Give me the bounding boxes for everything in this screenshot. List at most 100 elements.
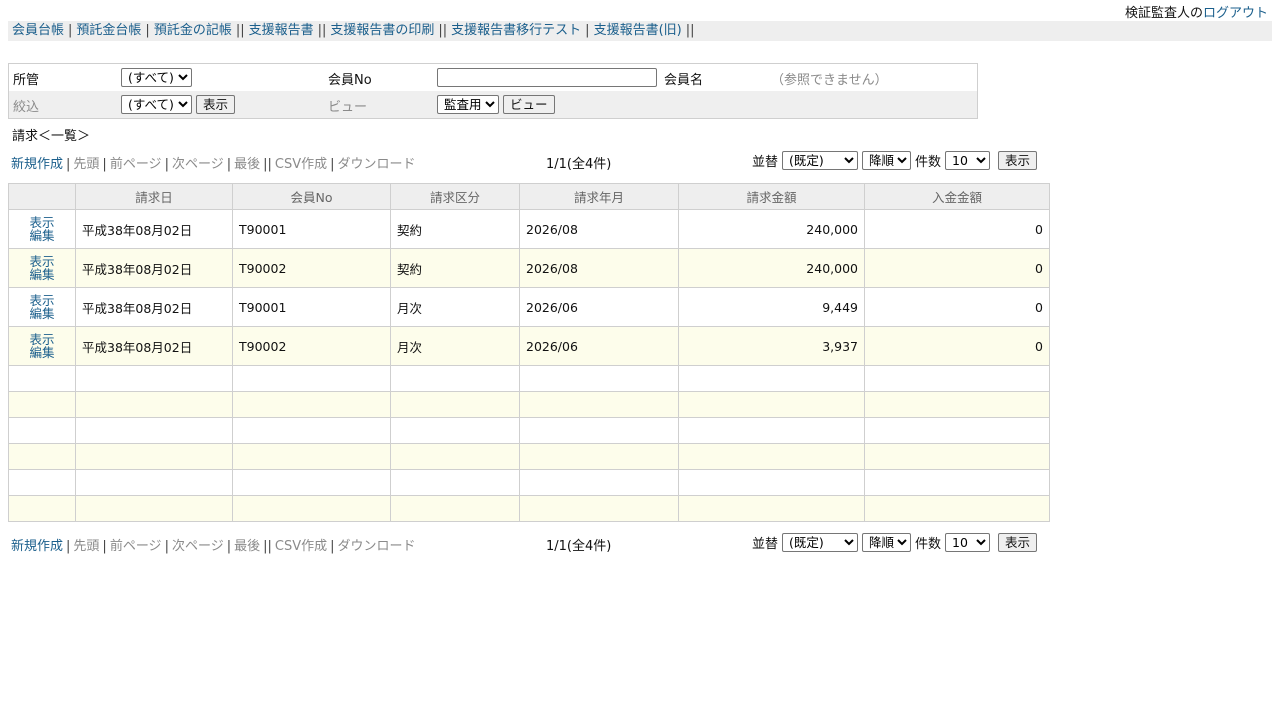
menu-item-4[interactable]: 支援報告書の印刷 [330,23,434,38]
cell-amount: 3,937 [678,326,865,366]
menu-item-5[interactable]: 支援報告書移行テスト [451,23,581,38]
last-link: 最後 [234,157,261,172]
col-header-member-no[interactable]: 会員No [232,183,391,210]
empty-cell [8,469,76,496]
empty-cell [232,469,391,496]
cell-paid: 0 [864,326,1050,366]
cell-category: 月次 [390,326,520,366]
empty-row [8,391,1050,418]
empty-cell [678,443,865,470]
prev-link: 前ページ [109,157,162,172]
table-header: 請求日 会員No 請求区分 請求年月 請求金額 入金金額 [8,183,1050,210]
empty-cell [678,391,865,418]
empty-cell [519,495,679,522]
menu-item-3[interactable]: 支援報告書 [249,23,314,38]
search-form: 所管 (すべて) 会員No 会員名 （参照できません） 絞込 (すべて) 表示 … [8,63,978,119]
record-count: 1/1(全4件) [546,539,612,554]
empty-cell [75,365,233,392]
cell-category: 契約 [390,209,520,249]
menu-separator: || [438,23,448,38]
user-bar: 検証監査人のログアウト [1125,2,1268,21]
empty-cell [232,443,391,470]
menu-separator: || [685,23,695,38]
empty-row [8,495,1050,522]
first-link: 先頭 [73,157,100,172]
logout-link[interactable]: ログアウト [1203,6,1268,21]
download-link: ダウンロード [337,157,416,172]
empty-cell [390,391,520,418]
view-label: ビュー [328,100,368,115]
new-link[interactable]: 新規作成 [11,539,63,554]
cell-date: 平成38年08月02日 [75,248,233,288]
pager-show-button[interactable]: 表示 [998,533,1038,552]
sort-select[interactable]: (既定) [782,151,859,170]
new-link[interactable]: 新規作成 [11,157,63,172]
col-header-month[interactable]: 請求年月 [519,183,679,210]
menu-item-2[interactable]: 預託金の記帳 [154,23,232,38]
menu-separator: || [235,23,245,38]
filter-label: 絞込 [13,100,40,115]
cell-amount: 240,000 [678,209,865,249]
download-link: ダウンロード [337,539,416,554]
col-header-paid[interactable]: 入金金額 [864,183,1050,210]
empty-cell [864,495,1050,522]
sort-select[interactable]: (既定) [782,533,859,552]
row-edit-link[interactable]: 編集 [9,229,75,242]
billing-table: 請求日 会員No 請求区分 請求年月 請求金額 入金金額 表示 編集 平成38年08… [8,183,1050,522]
prev-link: 前ページ [109,539,162,554]
empty-cell [864,469,1050,496]
empty-cell [232,391,391,418]
per-page-select[interactable]: 10 [945,151,991,170]
row-edit-link[interactable]: 編集 [9,268,75,281]
next-link: 次ページ [171,539,224,554]
menu-item-0[interactable]: 会員台帳 [12,23,64,38]
cell-paid: 0 [864,248,1050,288]
empty-cell [8,391,76,418]
last-link: 最後 [234,539,261,554]
row-actions: 表示 編集 [8,287,76,327]
member-no-input[interactable] [437,68,657,87]
search-show-button[interactable]: 表示 [196,95,236,114]
empty-cell [678,495,865,522]
view-select[interactable]: 監査用 [437,95,499,114]
filter-select[interactable]: (すべて) [121,95,192,114]
col-header-category[interactable]: 請求区分 [390,183,520,210]
menu-item-6[interactable]: 支援報告書(旧) [594,23,682,38]
row-actions: 表示 編集 [8,209,76,249]
list-caption: 請求＜一覧＞ [12,129,91,144]
empty-cell [519,391,679,418]
menu-item-1[interactable]: 預託金台帳 [76,23,141,38]
pager-show-button[interactable]: 表示 [998,151,1038,170]
order-select[interactable]: 降順 [862,151,912,170]
cell-month: 2026/06 [519,326,679,366]
empty-row [8,443,1050,470]
empty-cell [864,443,1050,470]
sort-label: 並替 [752,155,779,170]
cell-member-no: T90001 [232,287,391,327]
table-row: 表示 編集 平成38年08月02日 T90002 契約 2026/08 240,000 0 [8,248,1050,288]
col-header-action [8,183,76,210]
row-edit-link[interactable]: 編集 [9,307,75,320]
empty-cell [864,391,1050,418]
table-row: 表示 編集 平成38年08月02日 T90001 契約 2026/08 240,000 0 [8,209,1050,249]
per-page-select[interactable]: 10 [945,533,991,552]
empty-cell [75,391,233,418]
empty-cell [390,443,520,470]
cell-category: 月次 [390,287,520,327]
shokan-select[interactable]: (すべて) [121,68,192,87]
empty-cell [75,417,233,444]
main-menu: 会員台帳 | 預託金台帳 | 預託金の記帳 || 支援報告書 || 支援報告書の印刷 || 支援報告… [8,21,1272,41]
next-link: 次ページ [171,157,224,172]
order-select[interactable]: 降順 [862,533,912,552]
cell-paid: 0 [864,209,1050,249]
empty-cell [75,469,233,496]
cell-date: 平成38年08月02日 [75,326,233,366]
per-page-label: 件数 [915,155,942,170]
view-button[interactable]: ビュー [503,95,555,114]
user-name: 検証監査人の [1124,6,1203,21]
cell-amount: 9,449 [678,287,865,327]
row-edit-link[interactable]: 編集 [9,346,75,359]
col-header-date[interactable]: 請求日 [75,183,233,210]
col-header-amount[interactable]: 請求金額 [678,183,865,210]
empty-row [8,469,1050,496]
